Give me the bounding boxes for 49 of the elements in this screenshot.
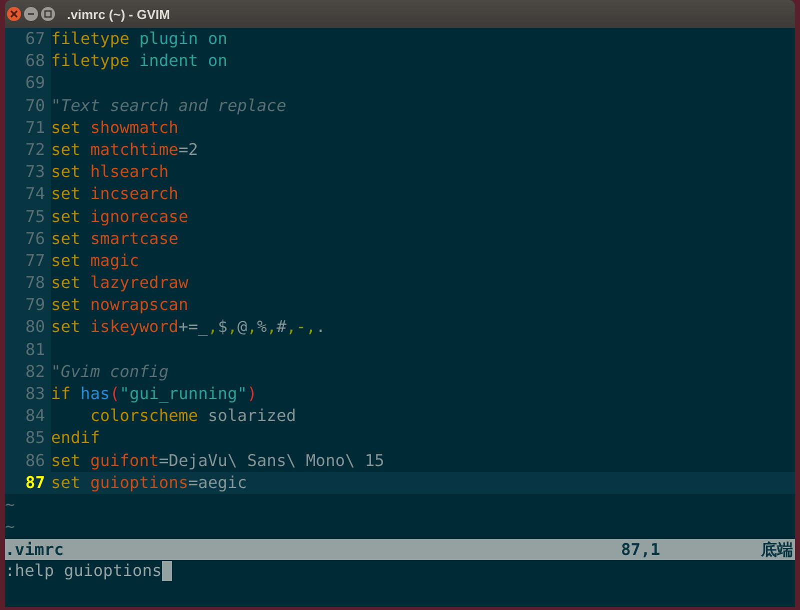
code-line: set showmatch [51,116,178,139]
line-number: 86 [5,450,51,472]
line-number: 73 [5,161,51,184]
empty-line-marker: ~ [5,494,15,516]
minimize-icon[interactable] [24,7,38,21]
code-line: set smartcase [51,228,178,250]
line-number: 75 [5,206,51,228]
line-number: 76 [5,228,51,250]
line-number: 69 [5,72,51,95]
code-line: "Text search and replace [51,94,286,117]
code-line: filetype plugin on [51,28,228,50]
code-line: "Gvim config [51,360,169,383]
maximize-icon[interactable] [41,7,55,21]
line-number: 81 [5,338,51,361]
line-number: 82 [5,360,51,383]
code-line: set matchtime=2 [51,138,198,161]
line-number: 85 [5,427,51,450]
line-number: 68 [5,50,51,72]
code-line: set lazyredraw [51,272,188,294]
line-number: 77 [5,250,51,272]
line-number: 78 [5,272,51,294]
close-icon[interactable] [7,7,21,21]
command-line[interactable]: :help guioptions [5,560,162,582]
scroll-position: 底端 [761,539,794,560]
code-line: set magic [51,250,140,272]
code-line: set hlsearch [51,161,169,184]
line-number: 74 [5,183,51,206]
code-line: set guifont=DejaVu\ Sans\ Mono\ 15 [51,450,384,472]
empty-line-marker: ~ [5,516,15,538]
line-number: 67 [5,28,51,50]
code-line: set incsearch [51,183,178,206]
code-line: if has("gui_running") [51,383,257,405]
line-number: 79 [5,294,51,316]
code-line: filetype indent on [51,50,228,72]
code-line: set iskeyword+=_,$,@,%,#,-,. [51,316,326,338]
code-line: endif [51,427,100,450]
line-number: 84 [5,405,51,428]
code-line: set nowrapscan [51,294,188,316]
line-number: 72 [5,138,51,162]
window-title: .vimrc (~) - GVIM [67,6,170,22]
code-line: set guioptions=aegic [51,472,248,494]
cursor-position: 87,1 [621,539,662,560]
line-number: 70 [5,94,51,117]
code-line: set ignorecase [51,206,188,228]
line-number: 80 [5,316,51,339]
file-name: .vimrc [5,539,65,560]
line-number: 83 [5,383,51,406]
code-line: colorscheme solarized [89,405,296,428]
line-number: 71 [5,116,51,139]
